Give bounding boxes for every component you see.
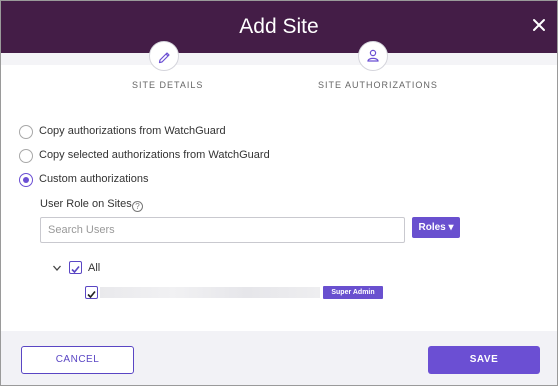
dialog-header: Add Site	[1, 1, 557, 53]
step-site-details[interactable]	[149, 41, 179, 71]
role-badge: Super Admin	[323, 286, 383, 299]
checkmark-icon	[71, 265, 80, 274]
user-name-redacted	[100, 287, 320, 298]
close-icon[interactable]	[529, 15, 549, 35]
radio-button[interactable]	[19, 125, 33, 139]
option-label: Copy selected authorizations from WatchG…	[39, 149, 270, 161]
dialog-title: Add Site	[239, 15, 319, 38]
cancel-button[interactable]: CANCEL	[21, 346, 134, 374]
roles-dropdown-button[interactable]: Roles ▾	[412, 217, 460, 238]
radio-button-selected[interactable]	[19, 173, 33, 187]
wizard-step-bar	[1, 53, 557, 65]
checkmark-icon	[87, 290, 96, 299]
step-site-details-label: SITE DETAILS	[132, 80, 204, 90]
option-label: Custom authorizations	[39, 173, 149, 185]
add-site-dialog: Add Site SITE DETAILS SITE AUTHORIZATION…	[0, 0, 558, 386]
save-button[interactable]: SAVE	[428, 346, 540, 374]
user-role-label: User Role on Sites	[40, 198, 132, 210]
user-key-icon	[367, 49, 379, 62]
all-checkbox[interactable]	[69, 261, 82, 274]
step-site-authorizations[interactable]	[358, 41, 388, 71]
pencil-icon	[158, 52, 170, 64]
radio-button[interactable]	[19, 149, 33, 163]
step-site-authorizations-label: SITE AUTHORIZATIONS	[318, 80, 438, 90]
user-checkbox[interactable]	[85, 286, 98, 299]
option-label: Copy authorizations from WatchGuard	[39, 125, 226, 137]
chevron-down-icon[interactable]	[52, 263, 62, 273]
help-icon[interactable]: ?	[132, 201, 143, 212]
search-users-input[interactable]	[40, 217, 405, 243]
all-label: All	[88, 262, 101, 274]
